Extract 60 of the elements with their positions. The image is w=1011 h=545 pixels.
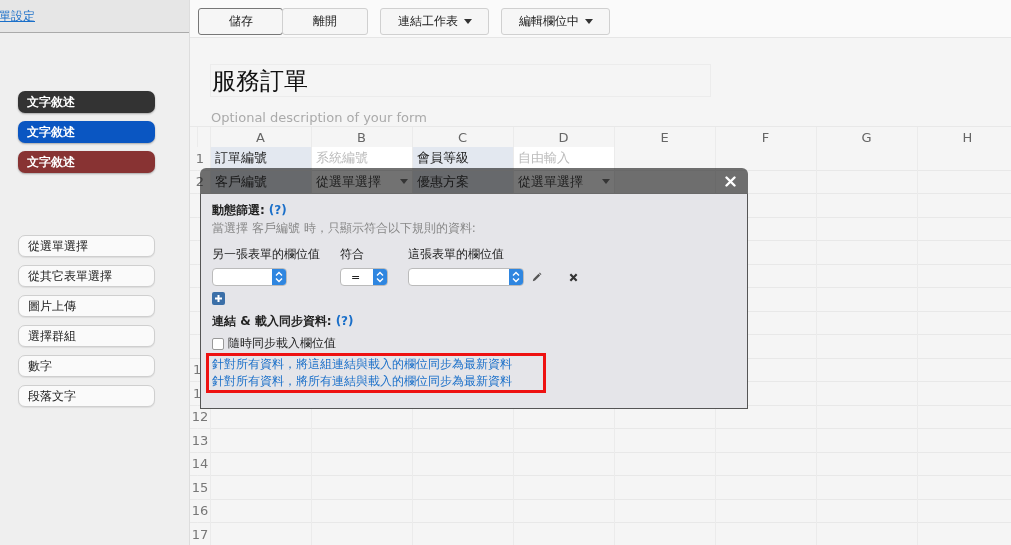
text-style-button[interactable]: 文字敘述 <box>18 121 155 143</box>
row-number: 16 <box>190 499 210 522</box>
field-type-button[interactable]: 圖片上傳 <box>18 295 155 317</box>
description-field[interactable]: Optional description of your form <box>210 108 712 126</box>
column-label: 另一張表單的欄位值 <box>212 247 321 262</box>
row-number: 12 <box>190 405 210 428</box>
caret-icon <box>602 179 610 185</box>
column-header[interactable]: A <box>210 127 311 147</box>
column-header[interactable]: H <box>917 127 1011 147</box>
column-label: 符合 <box>340 247 365 262</box>
column-header[interactable]: D <box>513 127 614 147</box>
column-header[interactable]: F <box>715 127 816 147</box>
column-label: 這張表單的欄位值 <box>408 247 505 262</box>
settings-link[interactable]: 單設定 <box>0 7 35 25</box>
field-hint: 從選單選擇 <box>316 172 381 191</box>
dropdown-button[interactable]: 編輯欄位中 <box>501 8 610 35</box>
save-button[interactable]: 儲存 <box>198 8 283 35</box>
field-type-button[interactable]: 數字 <box>18 355 155 377</box>
column-header[interactable]: C <box>412 127 513 147</box>
chevrons-icon <box>272 269 286 285</box>
sync-link[interactable]: 針對所有資料，將所有連結與載入的欄位同步為最新資料 <box>212 374 540 389</box>
row-number: 13 <box>190 429 210 452</box>
chevrons-icon <box>509 269 523 285</box>
add-icon[interactable] <box>212 292 225 305</box>
field-type-button[interactable]: 從其它表單選擇 <box>18 265 155 287</box>
select-field[interactable]: = <box>340 268 388 286</box>
column-header[interactable]: E <box>614 127 715 147</box>
field-label[interactable]: 訂單編號 <box>211 147 311 170</box>
form-title[interactable]: 服務訂單 <box>210 64 711 97</box>
help-link[interactable]: (?) <box>335 314 354 328</box>
caret-icon <box>400 179 408 185</box>
pencil-icon[interactable] <box>531 271 542 283</box>
toolbar-button[interactable]: 離開 <box>282 8 368 35</box>
checkbox-label: 隨時同步載入欄位值 <box>228 336 336 351</box>
caret-icon <box>584 19 593 24</box>
section-heading: 連結 & 載入同步資料: <box>212 314 332 328</box>
filter-hint: 當選擇 客戶編號 時，只顯示符合以下規則的資料: <box>212 221 477 236</box>
row-number: 14 <box>190 452 210 475</box>
field-type-button[interactable]: 選擇群組 <box>18 325 155 347</box>
close-icon[interactable] <box>725 175 736 187</box>
field-label[interactable]: 會員等級 <box>413 147 513 170</box>
field-type-button[interactable]: 段落文字 <box>18 385 155 407</box>
row-number: 15 <box>190 476 210 499</box>
field-hint: 從選單選擇 <box>518 172 583 191</box>
text-style-button[interactable]: 文字敘述 <box>18 91 155 113</box>
help-link[interactable]: (?) <box>268 203 287 217</box>
section-heading: 動態篩選: <box>212 203 265 217</box>
caret-icon <box>463 19 472 24</box>
checkbox[interactable] <box>212 337 224 350</box>
column-header[interactable]: G <box>816 127 917 147</box>
sync-link[interactable]: 針對所有資料，將這組連結與載入的欄位同步為最新資料 <box>212 357 540 372</box>
select-field[interactable] <box>212 268 287 286</box>
column-header[interactable]: B <box>311 127 412 147</box>
row-number: 17 <box>190 523 210 545</box>
dropdown-button[interactable]: 連結工作表 <box>380 8 489 35</box>
chevrons-icon <box>373 269 387 285</box>
delete-icon[interactable] <box>569 272 578 282</box>
text-style-button[interactable]: 文字敘述 <box>18 151 155 173</box>
field-type-button[interactable]: 從選單選擇 <box>18 235 155 257</box>
select-field[interactable] <box>408 268 524 286</box>
